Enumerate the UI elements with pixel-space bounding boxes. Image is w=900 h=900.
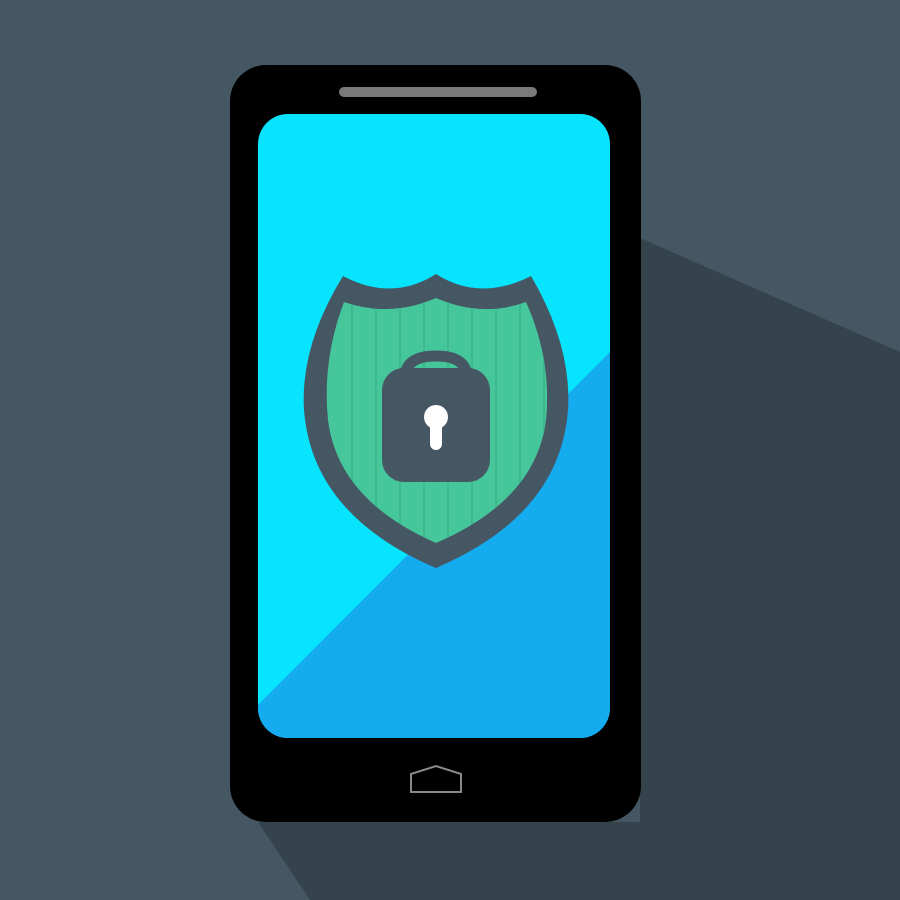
- security-illustration: [0, 0, 900, 900]
- illustration-canvas: [0, 0, 900, 900]
- padlock-icon: [382, 350, 490, 482]
- phone-speaker: [339, 87, 537, 97]
